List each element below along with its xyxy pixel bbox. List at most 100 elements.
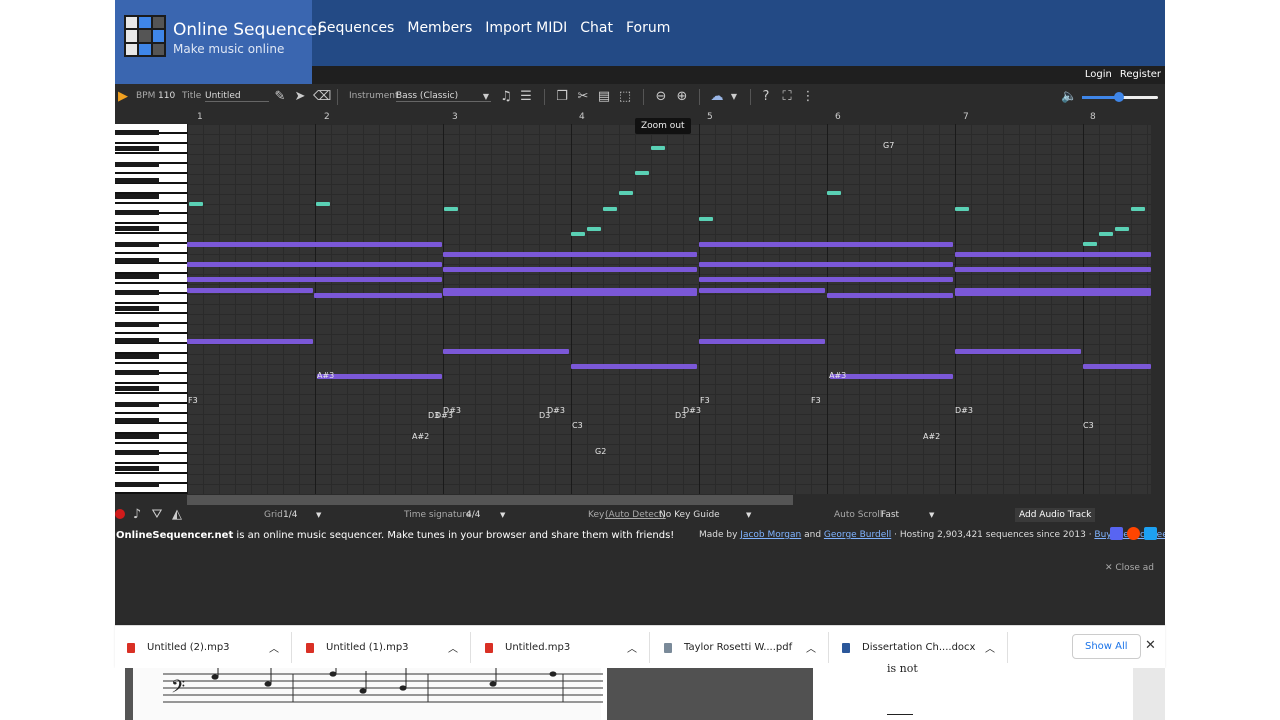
more-icon[interactable]: ⋮ [800,89,816,105]
bpm-input[interactable]: 110 [158,91,175,101]
note[interactable] [316,202,330,206]
note[interactable] [827,293,953,298]
note[interactable] [443,349,569,354]
eraser-icon[interactable]: ⌫ [313,89,331,105]
download-item[interactable]: Untitled.mp3 [485,626,570,669]
horizontal-scrollbar[interactable] [187,494,1151,506]
help-icon[interactable]: ? [758,89,774,105]
zoom-in-icon[interactable]: ⊕ [674,89,690,105]
piano-keys[interactable] [115,124,187,494]
instrument-select[interactable]: Bass (Classic) [396,91,491,102]
note[interactable] [699,242,953,247]
note[interactable] [955,207,969,211]
note[interactable] [189,202,203,206]
note[interactable] [317,374,442,379]
title-input[interactable]: Untitled [205,91,269,102]
note[interactable] [955,288,1151,296]
nav-forum[interactable]: Forum [626,20,670,36]
chevron-up-icon[interactable]: ︿ [985,626,995,669]
note[interactable] [443,288,697,296]
chevron-up-icon[interactable]: ︿ [269,626,279,669]
note[interactable] [571,364,697,369]
close-icon[interactable]: ✕ [1145,638,1156,653]
login-link[interactable]: Login [1085,69,1112,80]
reddit-icon[interactable] [1127,527,1140,540]
register-link[interactable]: Register [1120,69,1161,80]
cut-icon[interactable]: ✂ [575,89,591,105]
note[interactable] [187,242,442,247]
edit-icon[interactable]: ✎ [272,89,288,105]
note[interactable] [1115,227,1129,231]
note[interactable] [571,232,585,236]
copy-icon[interactable]: ❐ [554,89,570,105]
note[interactable] [955,267,1151,272]
note[interactable] [699,288,825,293]
tempo-icon[interactable]: ◭ [169,507,185,523]
record-icon[interactable] [115,509,125,519]
author-link-2[interactable]: George Burdell [824,530,891,540]
auto-scroll-select[interactable]: Fast [881,510,899,520]
add-audio-track-button[interactable]: Add Audio Track [1015,508,1096,522]
volume-slider[interactable] [1082,92,1158,102]
play-icon[interactable]: ▶ [115,89,131,105]
music-staff: 𝄢 [163,668,603,703]
instrument-settings-icon[interactable]: ♫ [498,89,514,105]
metronome-icon[interactable]: ♪ [129,507,145,523]
show-all-button[interactable]: Show All [1072,634,1141,659]
note[interactable] [443,252,697,257]
note[interactable] [187,262,442,267]
note[interactable] [699,262,953,267]
fullscreen-icon[interactable]: ⛶ [779,89,795,105]
note[interactable] [443,267,697,272]
sliders-icon[interactable]: ☰ [518,89,534,105]
chevron-up-icon[interactable]: ︿ [806,626,816,669]
time-signature-select[interactable]: 4/4 [466,510,480,520]
note[interactable] [187,277,442,282]
note[interactable] [1131,207,1145,211]
note[interactable] [314,293,442,298]
chevron-up-icon[interactable]: ︿ [627,626,637,669]
scrollbar-thumb[interactable] [187,495,793,505]
piano-roll-grid[interactable]: G7 A#3 A#3 F3 F3 F3 D#3 D#3 D#3 D#3 D#3 … [187,124,1151,494]
note[interactable] [619,191,633,195]
note[interactable] [187,339,313,344]
nav-sequences[interactable]: Sequences [318,20,394,36]
note[interactable] [830,374,953,379]
author-link-1[interactable]: Jacob Morgan [740,530,801,540]
zoom-out-icon[interactable]: ⊖ [653,89,669,105]
note[interactable] [827,191,841,195]
filter-icon[interactable]: ⛛ [149,507,165,523]
note[interactable] [1099,232,1113,236]
download-item[interactable]: Untitled (2).mp3 [127,626,230,669]
key-auto-detect-link[interactable]: (Auto Detect) [605,510,666,520]
note[interactable] [1083,364,1151,369]
note[interactable] [587,227,601,231]
pointer-icon[interactable]: ➤ [292,89,308,105]
nav-import-midi[interactable]: Import MIDI [485,20,567,36]
nav-members[interactable]: Members [407,20,472,36]
discord-icon[interactable] [1110,527,1123,540]
close-ad-button[interactable]: ✕ Close ad [1105,563,1154,573]
note[interactable] [635,171,649,175]
download-item[interactable]: Untitled (1).mp3 [306,626,409,669]
select-icon[interactable]: ⬚ [617,89,633,105]
note[interactable] [699,217,713,221]
cloud-chevron-down-icon[interactable]: ▼ [726,89,742,105]
chevron-up-icon[interactable]: ︿ [448,626,458,669]
twitter-icon[interactable] [1144,527,1157,540]
nav-chat[interactable]: Chat [580,20,613,36]
note[interactable] [955,252,1151,257]
note[interactable] [699,339,825,344]
paste-icon[interactable]: ▤ [596,89,612,105]
note[interactable] [444,207,458,211]
download-item[interactable]: Taylor Rosetti W....pdf [664,626,792,669]
key-select[interactable]: No Key Guide [659,510,720,520]
note[interactable] [603,207,617,211]
note[interactable] [187,288,313,293]
note[interactable] [651,146,665,150]
note[interactable] [955,349,1081,354]
note[interactable] [1083,242,1097,246]
brand-block[interactable]: Online Sequencer Make music online [115,0,324,84]
note[interactable] [699,277,953,282]
cloud-save-icon[interactable]: ☁ [709,89,725,105]
